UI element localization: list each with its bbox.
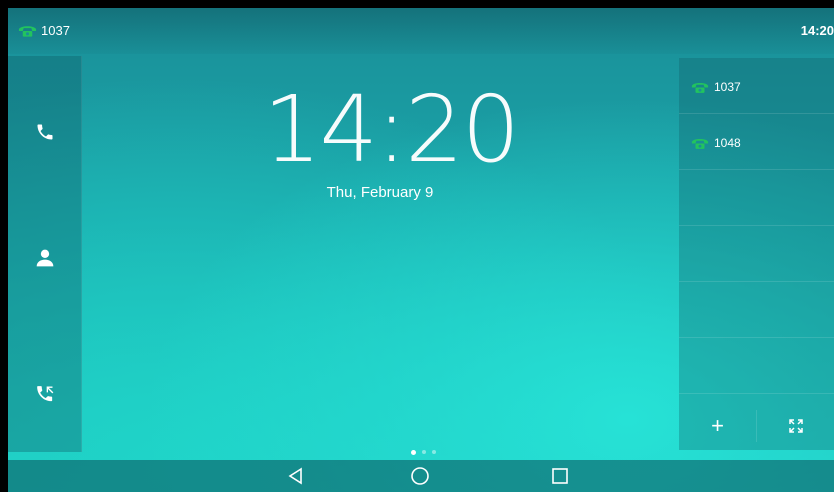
sidebar-item-directory[interactable] — [8, 238, 81, 278]
empty-row — [679, 338, 834, 394]
phone-handset-icon — [18, 26, 37, 37]
account-row[interactable]: 1037 — [679, 58, 834, 114]
panel-actions: + — [679, 402, 834, 450]
call-history-icon — [36, 386, 53, 402]
phone-icon — [37, 124, 52, 140]
recent-apps-icon — [552, 468, 568, 484]
status-account: 1037 — [18, 23, 70, 38]
empty-row — [679, 282, 834, 338]
page-indicator — [411, 449, 436, 455]
account-entry[interactable]: 1037 — [691, 80, 741, 94]
home-button[interactable] — [400, 464, 440, 488]
status-bar: 1037 14:20 — [8, 8, 834, 54]
empty-row — [679, 170, 834, 226]
expand-button[interactable] — [757, 402, 834, 450]
contact-icon — [36, 249, 53, 267]
account-row[interactable]: 1048 — [679, 114, 834, 170]
recent-apps-button[interactable] — [540, 464, 580, 488]
account-label: 1037 — [714, 80, 741, 94]
expand-icon — [788, 419, 803, 433]
page-dot — [422, 450, 426, 454]
add-button[interactable]: + — [679, 402, 756, 450]
navigation-bar — [8, 460, 834, 492]
page-dot-active — [411, 449, 416, 455]
phone-screen: 1037 14:20 14:20 Thu, February 9 1037 10… — [8, 8, 834, 492]
status-account-label: 1037 — [41, 23, 70, 38]
page-dot — [432, 450, 436, 454]
account-label: 1048 — [714, 136, 741, 150]
idle-clock: 14:20 — [263, 76, 520, 183]
sidebar-item-history[interactable] — [8, 374, 81, 414]
idle-date: Thu, February 9 — [326, 184, 434, 201]
account-entry[interactable]: 1048 — [691, 136, 741, 150]
phone-handset-icon — [691, 138, 709, 149]
back-button[interactable] — [276, 464, 316, 488]
sidebar-item-dialer[interactable] — [8, 112, 81, 152]
status-clock: 14:20 — [800, 23, 834, 38]
phone-handset-icon — [691, 82, 709, 93]
accounts-panel: 1037 1048 + — [679, 58, 834, 450]
home-icon — [411, 467, 429, 485]
empty-row — [679, 226, 834, 282]
back-icon — [288, 467, 302, 485]
left-sidebar — [8, 56, 82, 452]
